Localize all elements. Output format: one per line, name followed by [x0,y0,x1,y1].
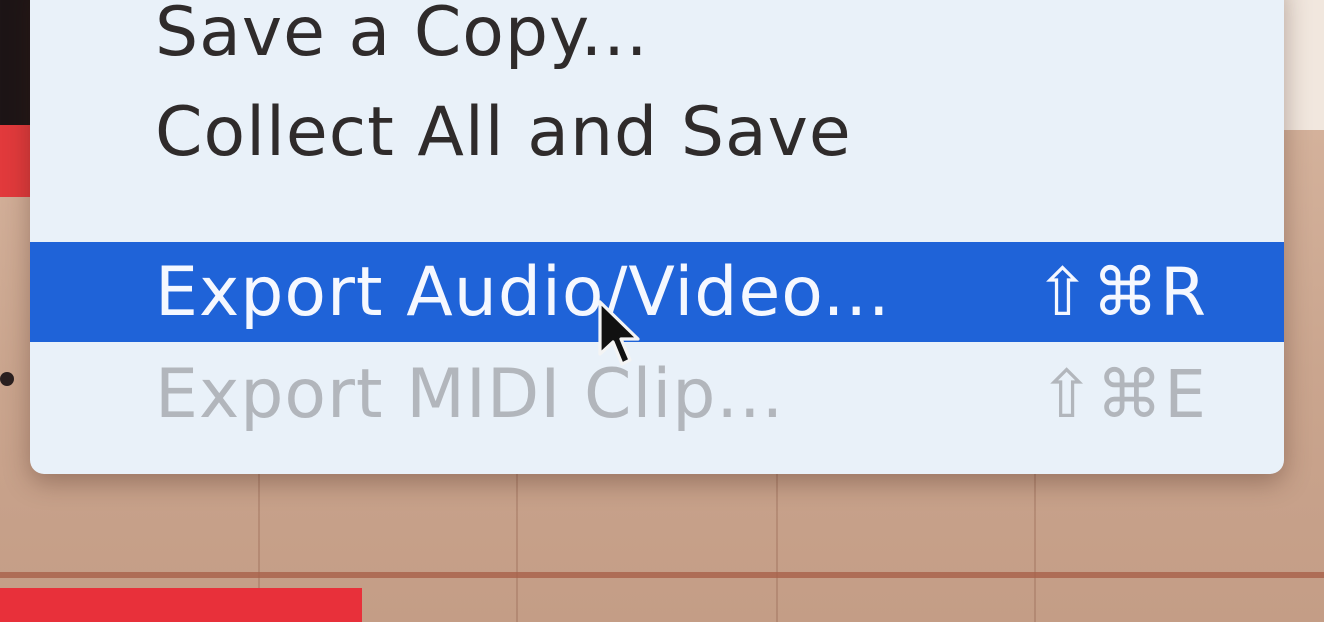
menu-item-label: Save a Copy... [155,0,649,72]
grid-line [516,470,518,622]
arrow-pointer-icon [598,300,640,366]
menu-item-collect-all-and-save[interactable]: Collect All and Save [30,80,1284,184]
menu-item-export-midi-clip: Export MIDI Clip... ⇧⌘E [30,342,1284,446]
grid-line [1034,470,1036,622]
file-menu-dropdown: Save a Copy... Collect All and Save Expo… [30,0,1284,474]
menu-item-shortcut: ⇧⌘R [1034,253,1208,331]
menu-item-label: Collect All and Save [155,92,852,172]
track-divider [0,572,1324,578]
track-indicator-dot [0,372,14,386]
menu-item-save-a-copy[interactable]: Save a Copy... [30,0,1284,84]
menu-item-label: Export Audio/Video... [155,252,891,332]
grid-line [776,470,778,622]
menu-item-label: Export MIDI Clip... [155,354,785,434]
audio-clip[interactable] [0,588,362,622]
menu-item-shortcut: ⇧⌘E [1038,355,1208,433]
menu-item-export-audio-video[interactable]: Export Audio/Video... ⇧⌘R [30,242,1284,342]
